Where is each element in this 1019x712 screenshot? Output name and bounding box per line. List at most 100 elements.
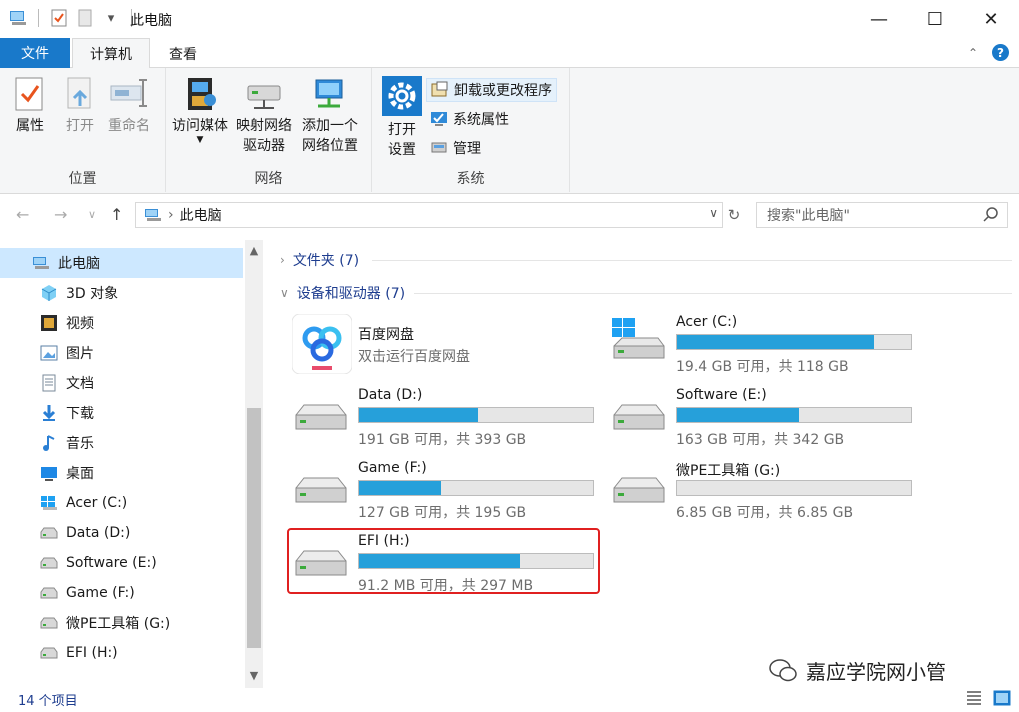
baidu-netdisk-item[interactable]: 百度网盘 双击运行百度网盘	[292, 314, 612, 382]
access-media-button[interactable]: 访问媒体 ▼	[172, 76, 228, 145]
recent-locations-icon[interactable]: ∨	[88, 208, 96, 221]
file-explorer-window: ▾ 此电脑 — ☐ ✕ 文件 计算机 查看 ⌃ ? 属性 打开 重命名 位置 访…	[0, 0, 1019, 712]
tab-computer[interactable]: 计算机	[72, 38, 150, 69]
nav-item[interactable]: Game (F:)	[0, 578, 243, 608]
nav-item[interactable]: 微PE工具箱 (G:)	[0, 608, 243, 638]
open-settings-button[interactable]: 打开 设置	[382, 76, 422, 160]
drive-icon	[610, 474, 666, 514]
nav-item[interactable]: 文档	[0, 368, 243, 398]
close-button[interactable]: ✕	[963, 0, 1019, 38]
properties-label: 属性	[16, 118, 44, 134]
expand-ribbon-icon[interactable]: ⌃	[968, 46, 978, 60]
drive-icon	[40, 554, 58, 572]
folders-section-header[interactable]: › 文件夹 (7)	[280, 250, 359, 270]
drive-info: 191 GB 可用，共 393 GB	[358, 432, 527, 448]
uninstall-label: 卸载或更改程序	[454, 83, 552, 99]
usage-bar	[676, 334, 912, 350]
drive-icon	[292, 401, 348, 441]
forward-arrow-icon[interactable]: →	[54, 205, 67, 224]
tab-file[interactable]: 文件	[0, 38, 70, 68]
nav-item[interactable]: Acer (C:)	[0, 488, 243, 518]
properties-icon	[15, 77, 43, 111]
drive-icon	[40, 524, 58, 542]
pc-icon[interactable]	[8, 8, 28, 28]
manage-button[interactable]: 管理	[426, 136, 485, 160]
drive-item[interactable]: Software (E:) 163 GB 可用，共 342 GB	[610, 387, 930, 455]
rename-button[interactable]: 重命名	[108, 76, 150, 136]
nav-item[interactable]: 音乐	[0, 428, 243, 458]
devices-section-header[interactable]: ∨ 设备和驱动器 (7)	[280, 283, 405, 303]
drive-icon	[610, 401, 666, 441]
map-drive-label-1: 映射网络	[236, 118, 292, 134]
address-dropdown-icon[interactable]: ∨	[709, 206, 718, 220]
nav-item[interactable]: Software (E:)	[0, 548, 243, 578]
drive-info: 6.85 GB 可用，共 6.85 GB	[676, 505, 854, 521]
tab-view[interactable]: 查看	[150, 38, 216, 69]
drive-item[interactable]: Game (F:) 127 GB 可用，共 195 GB	[292, 460, 612, 528]
up-arrow-icon[interactable]: ↑	[110, 205, 123, 224]
nav-item[interactable]: 桌面	[0, 458, 243, 488]
details-view-icon[interactable]	[965, 690, 983, 706]
system-properties-button[interactable]: 系统属性	[426, 107, 513, 131]
nav-item-label: 微PE工具箱 (G:)	[66, 616, 171, 632]
properties-icon[interactable]	[49, 8, 69, 28]
scroll-up-icon[interactable]: ▲	[245, 244, 263, 257]
nav-item[interactable]: Data (D:)	[0, 518, 243, 548]
refresh-button[interactable]: ↻	[724, 202, 744, 228]
add-network-location-button[interactable]: 添加一个 网络位置	[302, 76, 358, 156]
drive-item[interactable]: 微PE工具箱 (G:) 6.85 GB 可用，共 6.85 GB	[610, 460, 930, 528]
scroll-thumb[interactable]	[247, 408, 261, 648]
properties-button[interactable]: 属性	[14, 76, 46, 136]
drive-icon	[292, 474, 348, 514]
nav-item[interactable]: 3D 对象	[0, 278, 243, 308]
nav-item[interactable]: 此电脑	[0, 248, 243, 278]
nav-item-label: 图片	[66, 346, 94, 362]
window-controls: — ☐ ✕	[851, 0, 1019, 38]
drive-icon	[40, 584, 58, 602]
add-location-label-1: 添加一个	[302, 118, 358, 134]
baidu-netdisk-icon	[292, 314, 352, 374]
new-folder-icon[interactable]	[75, 8, 95, 28]
nav-item[interactable]: 下载	[0, 398, 243, 428]
ribbon-group-location: 属性 打开 重命名 位置	[0, 68, 166, 192]
network-location-icon	[315, 79, 343, 108]
drive-info: 19.4 GB 可用，共 118 GB	[676, 359, 849, 375]
item-count: 14 个项目	[18, 694, 78, 709]
search-icon	[983, 207, 998, 222]
nav-item[interactable]: 视频	[0, 308, 243, 338]
help-icon[interactable]: ?	[992, 44, 1009, 61]
nav-item-label: Game (F:)	[66, 585, 135, 601]
usage-bar	[676, 480, 912, 496]
nav-item[interactable]: 图片	[0, 338, 243, 368]
nav-item-label: 视频	[66, 316, 94, 332]
navigation-scrollbar[interactable]: ▲ ▼	[245, 240, 263, 688]
search-input[interactable]: 搜索"此电脑"	[756, 202, 1008, 228]
open-button[interactable]: 打开	[64, 76, 96, 136]
search-placeholder: 搜索"此电脑"	[767, 208, 850, 224]
folders-section-label: 文件夹 (7)	[292, 253, 360, 269]
drive-name: Software (E:)	[676, 387, 767, 403]
watermark: 嘉应学院网小管	[768, 656, 946, 685]
large-icons-view-icon[interactable]	[993, 690, 1011, 706]
scroll-down-icon[interactable]: ▼	[245, 669, 263, 682]
chevron-down-icon[interactable]: ▾	[101, 8, 121, 28]
nav-item-label: EFI (H:)	[66, 645, 118, 661]
maximize-button[interactable]: ☐	[907, 0, 963, 38]
nav-item[interactable]: EFI (H:)	[0, 638, 243, 668]
drive-name: Acer (C:)	[676, 314, 738, 330]
uninstall-programs-button[interactable]: 卸载或更改程序	[426, 78, 557, 102]
minimize-button[interactable]: —	[851, 0, 907, 38]
baidu-desc: 双击运行百度网盘	[358, 349, 470, 365]
drive-item[interactable]: Acer (C:) 19.4 GB 可用，共 118 GB	[610, 314, 930, 382]
drive-item[interactable]: Data (D:) 191 GB 可用，共 393 GB	[292, 387, 612, 455]
ribbon: 属性 打开 重命名 位置 访问媒体 ▼ 映射网络 驱动器 添加一个 网络位置 网…	[0, 68, 1019, 194]
highlight-box	[287, 528, 600, 594]
breadcrumb-item[interactable]: 此电脑	[180, 205, 222, 225]
breadcrumb-separator-icon: ›	[168, 207, 174, 223]
address-bar[interactable]: › 此电脑 ∨	[135, 202, 723, 228]
uninstall-icon	[431, 81, 448, 97]
map-network-drive-button[interactable]: 映射网络 驱动器	[236, 76, 292, 156]
windows-drive-icon	[610, 318, 666, 366]
open-settings-label-2: 设置	[388, 142, 416, 158]
back-arrow-icon[interactable]: ←	[16, 205, 29, 224]
